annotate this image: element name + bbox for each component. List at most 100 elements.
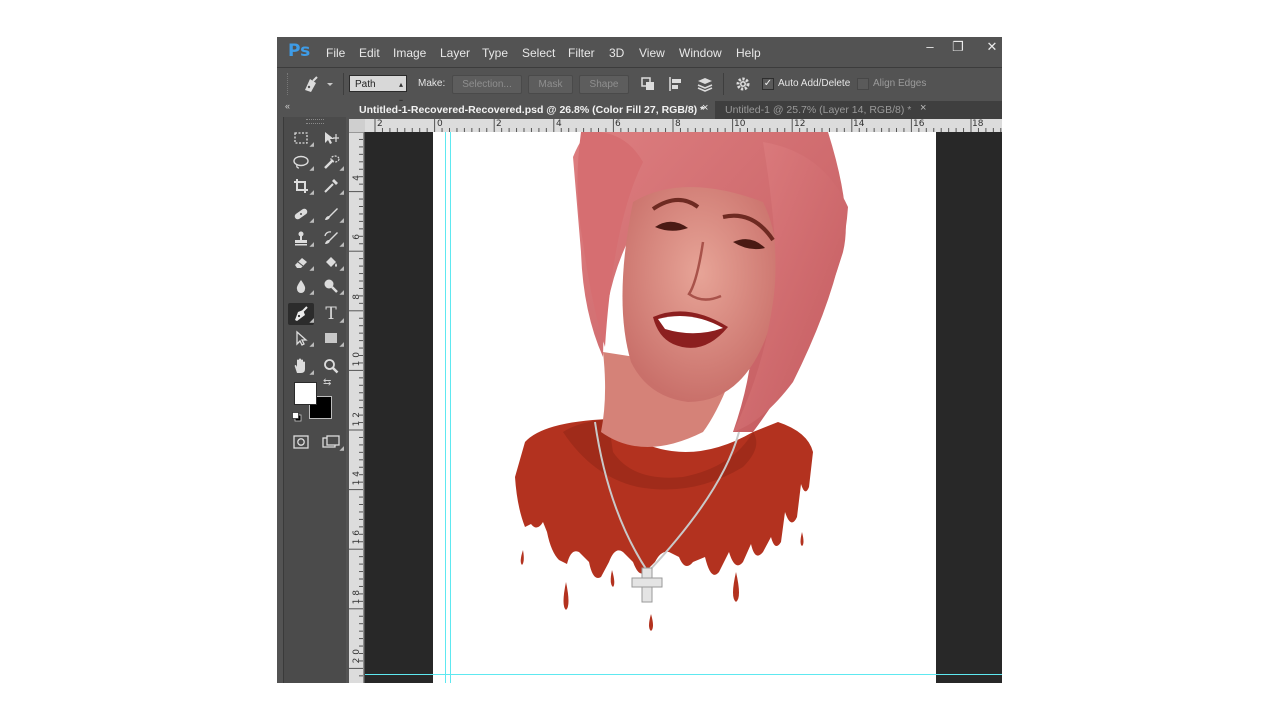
make-mask-button[interactable]: Mask: [528, 75, 573, 94]
tab-active-document[interactable]: Untitled-1-Recovered-Recovered.psd @ 26.…: [349, 101, 715, 119]
ruler-h-label: 2: [377, 119, 383, 129]
eyedropper-icon[interactable]: ◢: [318, 175, 344, 197]
rectangle-tool-icon[interactable]: ◢: [318, 327, 344, 349]
type-tool-icon[interactable]: T ◢: [318, 303, 344, 325]
menu-edit[interactable]: Edit: [359, 46, 380, 60]
options-divider: [343, 73, 344, 95]
options-grip: [287, 73, 289, 95]
ruler-h-label: 18: [972, 119, 984, 129]
quick-mask-icon[interactable]: [288, 431, 314, 453]
ruler-h-label: 8: [675, 119, 681, 129]
toolbox-grip: [306, 119, 324, 124]
dodge-icon[interactable]: ◢: [318, 275, 344, 297]
minimize-button[interactable]: –: [917, 37, 943, 57]
move-icon[interactable]: [318, 127, 344, 149]
eraser-icon[interactable]: ◢: [288, 251, 314, 273]
ruler-h-label: 0: [437, 119, 443, 129]
tab-close-icon[interactable]: ×: [920, 102, 926, 114]
document-canvas[interactable]: [433, 132, 936, 683]
path-selection-icon[interactable]: ◢: [288, 327, 314, 349]
path-arrangement-icon[interactable]: [696, 75, 716, 96]
toolbox: ◢ ◢ ◢ ◢ ◢ ◢ ◢ ◢ ◢ ◢ ◢ ◢ ◢ ◢ T ◢ ◢ ◢ ◢ ⇆ …: [283, 117, 346, 683]
menu-bar: Ps File Edit Image Layer Type Select Fil…: [277, 37, 1002, 67]
ruler-v-label: 1 4: [352, 471, 362, 486]
guide-vertical[interactable]: [445, 132, 446, 683]
ruler-h-label: 6: [615, 119, 621, 129]
options-divider-2: [723, 73, 724, 95]
vertical-ruler[interactable]: 4 6 8 1 0 1 2 1 4 1 6 1 8 2 0: [349, 132, 364, 683]
path-operations-icon[interactable]: [640, 76, 656, 95]
tab-inactive-document[interactable]: Untitled-1 @ 25.7% (Layer 14, RGB/8) *: [715, 101, 929, 119]
artwork-portrait: [515, 132, 848, 631]
menu-file[interactable]: File: [326, 46, 345, 60]
ruler-v-label: 4: [352, 175, 362, 181]
healing-brush-icon[interactable]: ◢: [288, 203, 314, 225]
clone-stamp-icon[interactable]: ◢: [288, 227, 314, 249]
menu-help[interactable]: Help: [736, 46, 761, 60]
menu-layer[interactable]: Layer: [440, 46, 470, 60]
close-button[interactable]: ✕: [979, 37, 1002, 57]
ruler-h-label: 12: [794, 119, 806, 129]
menu-filter[interactable]: Filter: [568, 46, 595, 60]
make-shape-button[interactable]: Shape: [579, 75, 629, 94]
horizontal-ruler[interactable]: 2 0 2 4 6 8 10 12 14 16 18: [365, 119, 1002, 133]
auto-add-delete-label: Auto Add/Delete: [778, 78, 851, 89]
default-colors-icon[interactable]: [292, 409, 302, 427]
path-alignment-icon[interactable]: [668, 76, 684, 95]
auto-add-delete-checkbox[interactable]: ✓: [762, 78, 774, 90]
align-edges-checkbox[interactable]: [857, 78, 869, 90]
tool-mode-value: Path: [355, 79, 376, 90]
menu-window[interactable]: Window: [679, 46, 722, 60]
options-bar: Path ▴▾ Make: Selection... Mask Shape ✓ …: [277, 67, 1002, 106]
crop-icon[interactable]: ◢: [288, 175, 314, 197]
ruler-v-label: 6: [352, 234, 362, 240]
blur-icon[interactable]: ◢: [288, 275, 314, 297]
ruler-origin[interactable]: [349, 119, 365, 132]
brush-icon[interactable]: ◢: [318, 203, 344, 225]
foreground-color-swatch[interactable]: [294, 382, 317, 405]
restore-button[interactable]: ❐: [945, 37, 971, 57]
menu-3d[interactable]: 3D: [609, 46, 624, 60]
lasso-icon[interactable]: ◢: [288, 151, 314, 173]
history-brush-icon[interactable]: ◢: [318, 227, 344, 249]
tab-label: Untitled-1 @ 25.7% (Layer 14, RGB/8) *: [725, 104, 912, 116]
tab-close-icon[interactable]: ×: [702, 102, 708, 114]
photoshop-window: Ps File Edit Image Layer Type Select Fil…: [277, 37, 1002, 683]
ruler-h-label: 14: [853, 119, 865, 129]
zoom-icon[interactable]: [318, 355, 344, 377]
quick-selection-icon[interactable]: ◢: [318, 151, 344, 173]
make-label: Make:: [418, 78, 446, 89]
ruler-v-label: 1 8: [352, 590, 362, 605]
document-tab-bar: Untitled-1-Recovered-Recovered.psd @ 26.…: [349, 101, 1002, 119]
canvas-area[interactable]: [365, 132, 1002, 683]
tab-label: Untitled-1-Recovered-Recovered.psd @ 26.…: [359, 104, 705, 116]
menu-view[interactable]: View: [639, 46, 665, 60]
menu-type[interactable]: Type: [482, 46, 508, 60]
make-selection-button[interactable]: Selection...: [452, 75, 522, 94]
hand-icon[interactable]: ◢: [288, 355, 314, 377]
menu-select[interactable]: Select: [522, 46, 555, 60]
align-edges-label: Align Edges: [873, 78, 927, 89]
ruler-v-label: 1 2: [352, 412, 362, 427]
tool-mode-select[interactable]: Path ▴▾: [349, 75, 407, 106]
pen-tool-icon[interactable]: ◢: [288, 303, 314, 325]
horizontal-ruler-ticks: [374, 119, 1002, 132]
collapse-panel-icon[interactable]: «: [285, 101, 290, 111]
swap-colors-icon[interactable]: ⇆: [323, 377, 331, 388]
ruler-v-label: 1 0: [352, 352, 362, 367]
guide-vertical[interactable]: [450, 132, 451, 683]
ruler-v-label: 8: [352, 294, 362, 300]
screen-mode-icon[interactable]: ◢: [318, 431, 344, 453]
paint-bucket-icon[interactable]: ◢: [318, 251, 344, 273]
ruler-v-label: 2 0: [352, 649, 362, 664]
rectangular-marquee-icon[interactable]: ◢: [288, 127, 314, 149]
ruler-h-label: 10: [734, 119, 746, 129]
guide-horizontal[interactable]: [365, 674, 1002, 675]
gear-icon[interactable]: [735, 76, 751, 95]
pen-tool-preset-icon[interactable]: [301, 74, 335, 94]
tools-panel: « ◢ ◢ ◢ ◢ ◢ ◢ ◢ ◢ ◢ ◢ ◢ ◢ ◢ ◢ T ◢ ◢ ◢ ◢ …: [277, 101, 349, 683]
ruler-h-label: 4: [556, 119, 562, 129]
menu-image[interactable]: Image: [393, 46, 426, 60]
ruler-v-label: 1 6: [352, 530, 362, 545]
ruler-h-label: 2: [496, 119, 502, 129]
